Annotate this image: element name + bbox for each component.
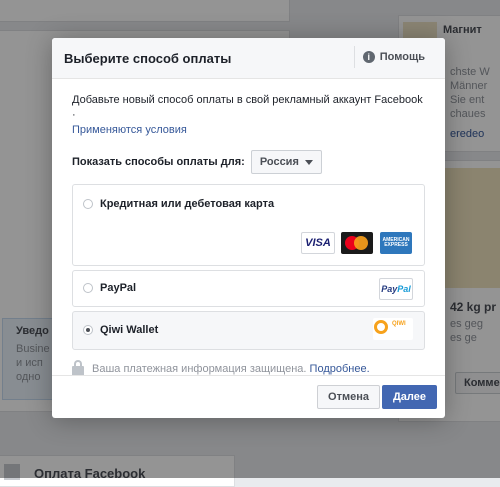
mastercard-icon (341, 232, 373, 254)
dialog-body: Добавьте новый способ оплаты в свой рекл… (52, 79, 445, 376)
country-select[interactable]: Россия (250, 150, 322, 174)
cancel-button[interactable]: Отмена (317, 385, 380, 409)
paypal-radio[interactable] (83, 283, 93, 293)
country-value: Россия (259, 156, 299, 168)
qiwi-logo-text: QIWI (392, 321, 406, 327)
paypal-logo-part1: Pay (381, 284, 398, 294)
dialog-description: Добавьте новый способ оплаты в свой рекл… (72, 93, 425, 138)
info-icon: i (362, 51, 375, 63)
dialog-header: Выберите способ оплаты i Помощь (52, 38, 445, 79)
terms-link[interactable]: Применяются условия (72, 124, 187, 136)
next-button[interactable]: Далее (381, 385, 437, 409)
paypal-icon: Pay Pal (379, 278, 413, 300)
dialog-footer: Отмена Далее (52, 375, 445, 418)
option-qiwi[interactable]: Qiwi Wallet QIWI (72, 311, 425, 350)
visa-logo-text: VISA (305, 237, 331, 249)
card-radio[interactable] (83, 199, 93, 209)
qiwi-option-label: Qiwi Wallet (100, 324, 159, 336)
card-option-label: Кредитная или дебетовая карта (100, 198, 275, 210)
secure-note: Ваша платежная информация защищена. Подр… (72, 360, 425, 376)
option-card[interactable]: Кредитная или дебетовая карта VISA AMERI… (72, 184, 425, 266)
option-paypal[interactable]: PayPal Pay Pal (72, 270, 425, 307)
secure-text: Ваша платежная информация защищена. (92, 363, 307, 375)
amex-icon: AMERICAN EXPRESS (380, 232, 412, 254)
description-text: Добавьте новый способ оплаты в свой рекл… (72, 94, 423, 121)
learn-more-link[interactable]: Подробнее. (310, 363, 370, 375)
chevron-down-icon (304, 159, 313, 165)
paypal-option-label: PayPal (100, 282, 137, 294)
payment-method-dialog: Выберите способ оплаты i Помощь Добавьте… (52, 38, 445, 418)
help-button[interactable]: i Помощь (353, 46, 435, 68)
secure-text-wrap: Ваша платежная информация защищена. Подр… (92, 363, 370, 375)
visa-icon: VISA (301, 232, 335, 254)
amex-logo-bottom: EXPRESS (384, 242, 408, 248)
paypal-logo-part2: Pal (397, 284, 411, 294)
qiwi-icon: QIWI (373, 318, 413, 340)
qiwi-radio[interactable] (83, 325, 93, 335)
country-label: Показать способы оплаты для: (72, 156, 245, 168)
dialog-title: Выберите способ оплаты (64, 51, 232, 66)
help-label: Помощь (379, 51, 425, 63)
country-row: Показать способы оплаты для: Россия (72, 150, 425, 174)
